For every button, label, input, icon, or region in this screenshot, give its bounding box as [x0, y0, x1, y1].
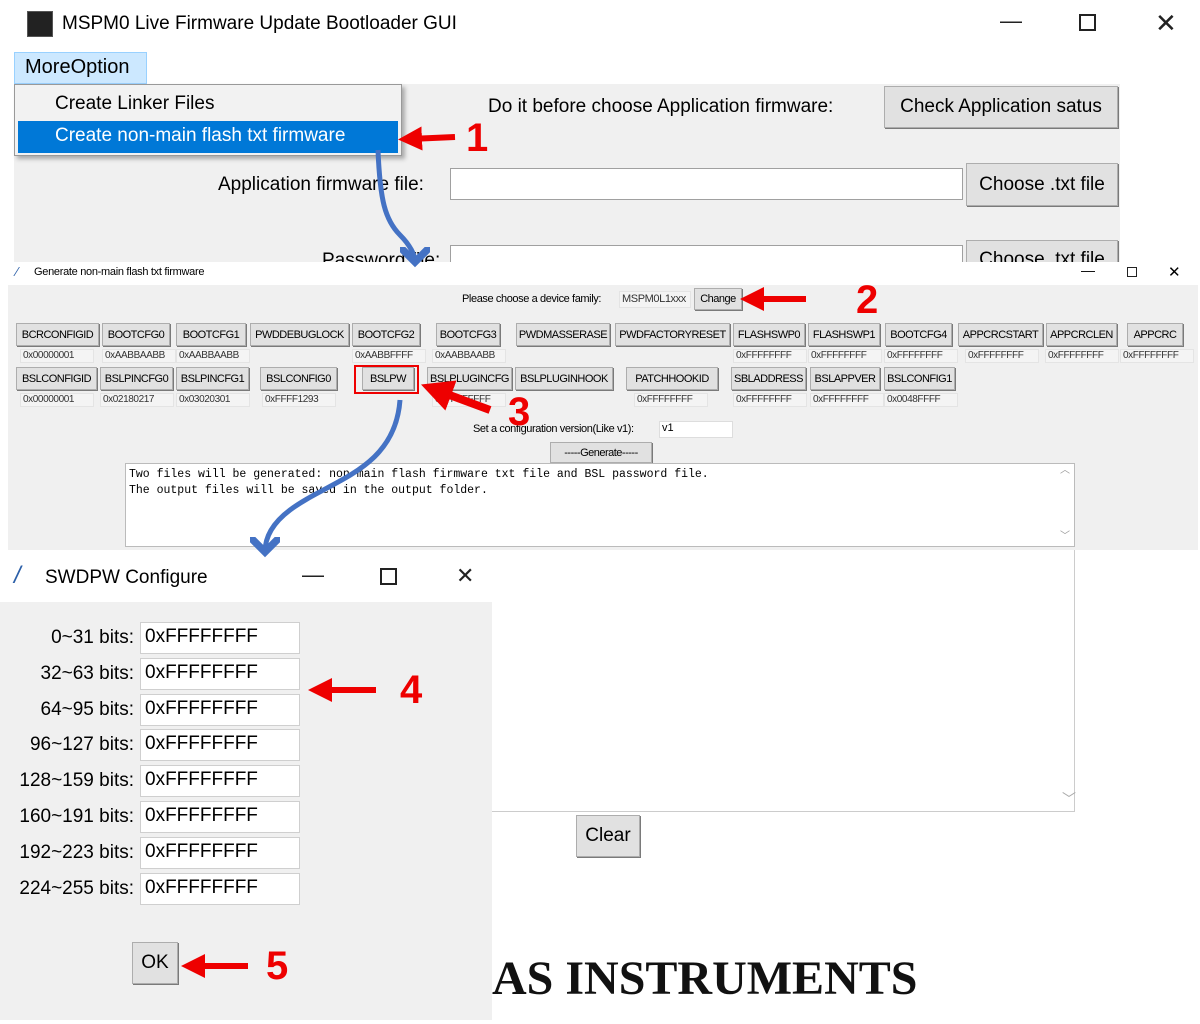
annotation-3: 3	[508, 390, 531, 434]
annotation-1: 1	[466, 116, 489, 160]
blue-arrow-1	[375, 149, 415, 262]
annotation-5: 5	[266, 944, 289, 988]
red-arrow-1	[398, 126, 456, 151]
blue-arrow-2	[265, 399, 403, 552]
red-arrow-3	[420, 380, 492, 414]
annotation-2: 2	[856, 278, 879, 322]
annotation-4: 4	[400, 668, 423, 712]
annotation-layer	[181, 126, 806, 978]
bslpw-highlight	[354, 365, 419, 394]
